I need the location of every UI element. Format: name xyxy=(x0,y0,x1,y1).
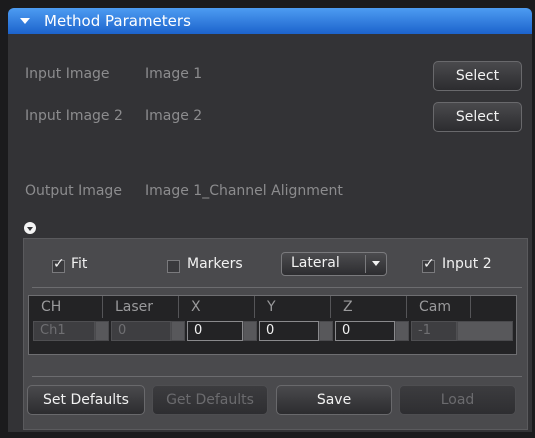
column-header-y: Y xyxy=(255,296,331,318)
input-image-2-value: Image 2 xyxy=(145,108,203,124)
method-parameters-header[interactable]: Method Parameters xyxy=(8,8,532,34)
fit-checkbox[interactable] xyxy=(52,256,65,273)
markers-checkbox[interactable] xyxy=(167,260,180,273)
divider xyxy=(32,376,522,377)
column-header-cam: Cam xyxy=(407,296,471,318)
select-input-image-2-button[interactable]: Select xyxy=(433,102,522,132)
input-image-2-label: Input Image 2 xyxy=(25,108,123,124)
input-2-checkbox[interactable] xyxy=(422,256,435,273)
z-input[interactable]: 0 xyxy=(335,321,395,341)
fit-label: Fit xyxy=(71,256,88,272)
mode-dropdown[interactable]: Lateral xyxy=(281,252,387,276)
dropdown-separator xyxy=(365,255,366,273)
cell-ch: Ch1 xyxy=(33,321,95,341)
input-image-value: Image 1 xyxy=(145,66,203,82)
select-input-image-button[interactable]: Select xyxy=(433,61,522,91)
z-stepper[interactable] xyxy=(395,321,409,341)
x-stepper[interactable] xyxy=(243,321,257,341)
ch-stepper xyxy=(95,321,109,341)
markers-label: Markers xyxy=(187,256,243,272)
input-2-label: Input 2 xyxy=(442,256,492,272)
x-input[interactable]: 0 xyxy=(187,321,243,341)
options-subpanel: Fit Markers Lateral Input 2 CH Laser X Y… xyxy=(23,238,528,430)
column-header-laser: Laser xyxy=(103,296,179,318)
header-title: Method Parameters xyxy=(44,12,191,30)
column-header-x: X xyxy=(179,296,255,318)
column-header-z: Z xyxy=(331,296,407,318)
cell-cam: -1 xyxy=(411,321,457,341)
divider xyxy=(32,287,522,288)
load-button[interactable]: Load xyxy=(399,385,516,415)
save-button[interactable]: Save xyxy=(276,385,392,415)
y-input[interactable]: 0 xyxy=(259,321,319,341)
output-image-label: Output Image xyxy=(25,183,122,199)
column-header-ch: CH xyxy=(29,296,103,318)
chevron-down-icon xyxy=(372,261,380,266)
input-image-label: Input Image xyxy=(25,66,110,82)
cam-stepper xyxy=(457,321,513,341)
output-image-value: Image 1_Channel Alignment xyxy=(145,183,343,199)
mode-dropdown-value: Lateral xyxy=(291,255,340,271)
chevron-down-icon xyxy=(27,226,33,231)
cell-laser: 0 xyxy=(111,321,171,341)
get-defaults-button[interactable]: Get Defaults xyxy=(152,385,268,415)
laser-stepper xyxy=(171,321,185,341)
collapse-options-icon[interactable] xyxy=(24,222,36,234)
y-stepper[interactable] xyxy=(319,321,333,341)
collapse-caret-icon[interactable] xyxy=(20,18,30,24)
set-defaults-button[interactable]: Set Defaults xyxy=(27,385,145,415)
channel-table: CH Laser X Y Z Cam Ch1 0 0 0 0 -1 xyxy=(28,295,517,355)
